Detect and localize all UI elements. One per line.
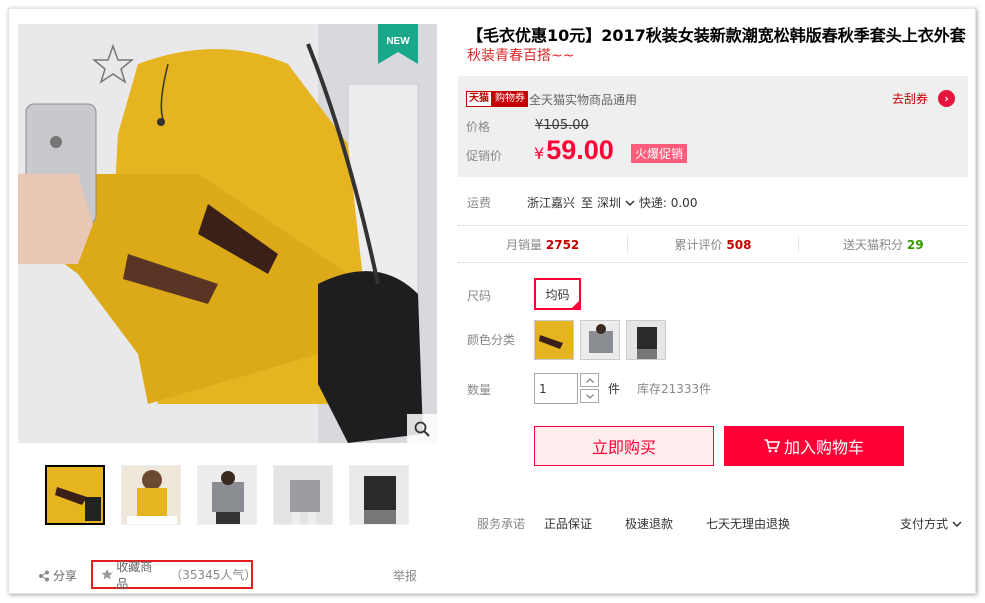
- share-icon: [39, 570, 49, 581]
- tmall-coupon-badge: 天猫 购物券: [466, 91, 528, 107]
- payment-methods-dropdown[interactable]: 支付方式: [900, 515, 962, 532]
- thumbnail-4[interactable]: [273, 465, 333, 525]
- add-to-cart-label: 加入购物车: [783, 438, 864, 457]
- sales-stats: 月销量 2752 累计评价 508 送天猫积分 29: [458, 236, 968, 252]
- report-link[interactable]: 举报: [393, 567, 417, 584]
- chevron-down-icon: [585, 393, 594, 399]
- size-option-label: 均码: [545, 287, 570, 302]
- product-subtitle: 秋装青春百搭~~: [467, 48, 575, 64]
- bottom-actions: 分享 收藏商品 （35345人气） 举报: [36, 559, 436, 591]
- service-genuine[interactable]: 正品保证: [544, 515, 592, 532]
- payment-methods-label: 支付方式: [900, 517, 949, 531]
- quantity-input[interactable]: [534, 373, 578, 404]
- price-box: 天猫 购物券 全天猫实物商品通用 去刮券 › 价格 ¥105.00 促销价 ¥ …: [458, 76, 968, 177]
- stat-points: 送天猫积分 29: [799, 236, 968, 252]
- ship-to-word: 至: [581, 196, 594, 210]
- thumbnail-3[interactable]: [197, 465, 257, 525]
- get-coupon-link[interactable]: 去刮券 ›: [892, 90, 956, 107]
- service-fast-refund[interactable]: 极速退款: [625, 515, 673, 532]
- star-icon: [101, 568, 113, 580]
- favorite-count: （35345人气）: [170, 568, 257, 582]
- magnifier-icon: [414, 421, 430, 437]
- stat-label: 送天猫积分: [843, 238, 904, 252]
- quantity-unit: 件: [608, 382, 621, 396]
- share-button[interactable]: 分享: [38, 567, 77, 584]
- shipping-label: 运费: [467, 196, 492, 210]
- thumbnail-2[interactable]: [121, 465, 181, 525]
- promo-price: ¥ 59.00: [534, 135, 614, 166]
- thumbnail-strip: [45, 465, 409, 525]
- price-label: 价格: [466, 120, 491, 134]
- color-label: 颜色分类: [467, 333, 516, 347]
- main-product-image[interactable]: [18, 24, 437, 443]
- color-option-yellow[interactable]: [534, 320, 574, 360]
- new-tag-label: NEW: [386, 36, 410, 47]
- stat-value: 2752: [545, 238, 580, 252]
- service-seven-day-return[interactable]: 七天无理由退换: [706, 515, 790, 532]
- color-option-black[interactable]: [626, 320, 666, 360]
- cart-icon: [764, 439, 780, 453]
- coupon-text: 全天猫实物商品通用: [529, 93, 638, 107]
- tmall-badge-brand: 天猫: [466, 91, 492, 107]
- stat-reviews[interactable]: 累计评价 508: [628, 236, 799, 252]
- divider: [458, 225, 968, 226]
- quantity-decrease-button[interactable]: [580, 389, 599, 403]
- size-label: 尺码: [467, 289, 492, 303]
- favorite-button[interactable]: 收藏商品 （35345人气）: [91, 559, 257, 591]
- quantity-label: 数量: [467, 383, 492, 397]
- size-option-one-size[interactable]: 均码: [534, 278, 581, 310]
- new-tag: NEW: [378, 24, 418, 64]
- divider: [458, 262, 968, 263]
- quantity-increase-button[interactable]: [580, 373, 599, 387]
- chevron-down-icon: [952, 520, 962, 527]
- service-promises: 服务承诺 正品保证 极速退款 七天无理由退换: [477, 515, 823, 532]
- original-price: ¥105.00: [535, 118, 589, 133]
- destination-select[interactable]: 深圳: [597, 194, 635, 211]
- color-options: [534, 320, 666, 360]
- promo-price-label: 促销价: [466, 149, 503, 163]
- tmall-badge-label: 购物券: [492, 91, 528, 107]
- favorite-label: 收藏商品: [116, 559, 153, 591]
- shipping-row: 运费 浙江嘉兴 至 深圳 快递: 0.00: [467, 194, 697, 211]
- stat-label: 月销量: [506, 238, 543, 252]
- promo-price-value: 59.00: [546, 135, 614, 165]
- add-to-cart-button[interactable]: 加入购物车: [724, 426, 904, 466]
- shipping-fee: 快递: 0.00: [638, 196, 698, 210]
- chevron-up-icon: [585, 377, 594, 383]
- service-label: 服务承诺: [477, 517, 526, 531]
- chevron-right-icon: ›: [938, 90, 956, 107]
- stock-count: 库存21333件: [637, 382, 712, 396]
- thumbnail-1[interactable]: [45, 465, 105, 525]
- selected-check-icon: [571, 300, 580, 309]
- color-option-gray[interactable]: [580, 320, 620, 360]
- get-coupon-label: 去刮券: [892, 92, 929, 106]
- chevron-down-icon: [625, 200, 635, 207]
- zoom-button[interactable]: [407, 414, 437, 443]
- share-label: 分享: [53, 569, 78, 583]
- stat-monthly-sales: 月销量 2752: [458, 236, 629, 252]
- destination-city: 深圳: [597, 196, 622, 210]
- buy-now-button[interactable]: 立即购买: [534, 426, 714, 466]
- hot-promo-tag: 火爆促销: [631, 144, 688, 163]
- ship-from: 浙江嘉兴: [527, 196, 576, 210]
- stat-value: 508: [726, 238, 752, 252]
- stat-value: 29: [906, 238, 924, 252]
- stat-label: 累计评价: [674, 238, 723, 252]
- product-title: 【毛衣优惠10元】2017秋装女装新款潮宽松韩版春秋季套头上衣外套: [467, 26, 966, 45]
- currency-symbol: ¥: [534, 144, 545, 163]
- thumbnail-5[interactable]: [349, 465, 409, 525]
